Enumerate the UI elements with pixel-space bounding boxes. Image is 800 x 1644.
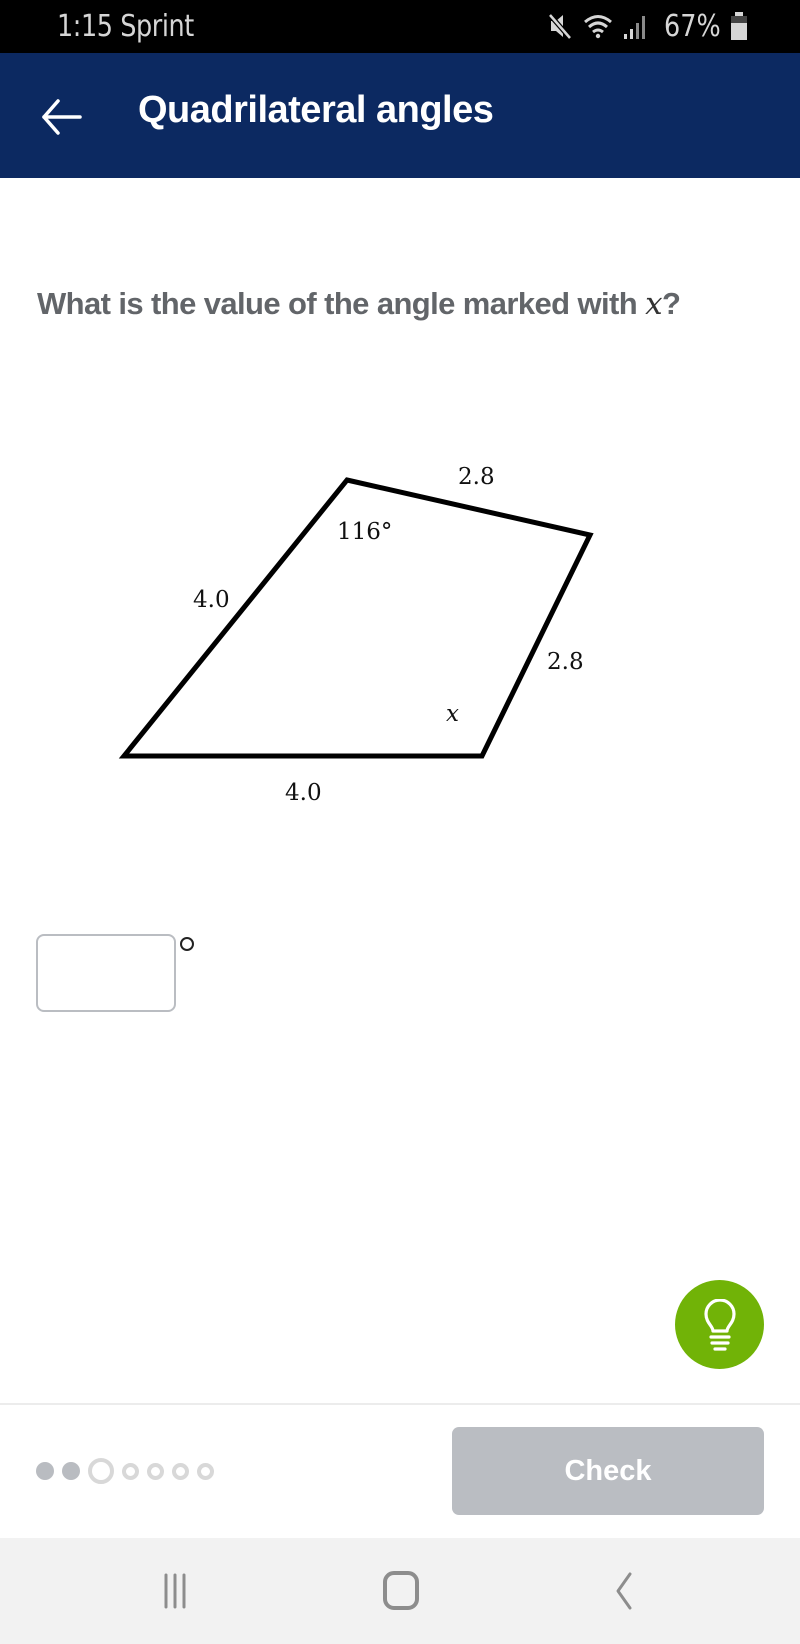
degree-symbol <box>180 937 194 951</box>
quadrilateral-diagram: 2.8 116° 4.0 2.8 x 4.0 <box>118 464 594 806</box>
mute-icon <box>548 13 573 40</box>
arrow-left-icon <box>42 99 82 135</box>
unknown-angle-label: x <box>446 701 459 727</box>
footer-divider <box>0 1403 800 1405</box>
answer-input[interactable] <box>36 934 176 1012</box>
progress-dot-current <box>88 1458 114 1484</box>
progress-dot-todo <box>172 1462 189 1480</box>
recent-apps-button[interactable] <box>148 1566 208 1616</box>
back-button[interactable] <box>38 93 86 141</box>
question-prompt: What is the value of the angle marked wi… <box>37 286 646 321</box>
home-button[interactable] <box>371 1566 431 1616</box>
progress-dot-done <box>62 1462 80 1480</box>
progress-indicator <box>36 1456 214 1486</box>
progress-dot-todo <box>147 1462 164 1480</box>
home-icon <box>383 1571 419 1610</box>
battery-percent: 67% <box>664 8 721 44</box>
back-icon <box>616 1572 632 1610</box>
page-title: Quadrilateral angles <box>138 89 494 131</box>
status-icons: 67% <box>547 8 748 44</box>
status-bar: 1:15 Sprint 67% <box>0 0 800 53</box>
battery-icon <box>731 12 747 40</box>
progress-dot-todo <box>122 1462 139 1480</box>
question-text: What is the value of the angle marked wi… <box>37 286 681 322</box>
lightbulb-icon <box>703 1298 736 1351</box>
progress-dot-todo <box>197 1462 214 1480</box>
system-nav-bar <box>0 1538 800 1644</box>
status-time-carrier: 1:15 Sprint <box>57 9 194 44</box>
wifi-icon <box>584 15 613 39</box>
recent-apps-icon <box>164 1573 186 1609</box>
check-button[interactable]: Check <box>452 1427 764 1515</box>
left-side-label: 4.0 <box>193 587 230 613</box>
progress-dot-done <box>36 1462 54 1480</box>
bottom-side-label: 4.0 <box>285 780 322 806</box>
hint-button[interactable] <box>675 1280 764 1369</box>
question-variable: x <box>645 286 662 322</box>
top-side-label: 2.8 <box>458 464 495 490</box>
question-suffix: ? <box>662 286 681 321</box>
right-side-label: 2.8 <box>547 649 584 675</box>
system-back-button[interactable] <box>594 1566 654 1616</box>
top-angle-label: 116° <box>337 519 392 545</box>
signal-icon <box>624 16 646 39</box>
app-header: Quadrilateral angles <box>0 53 800 178</box>
